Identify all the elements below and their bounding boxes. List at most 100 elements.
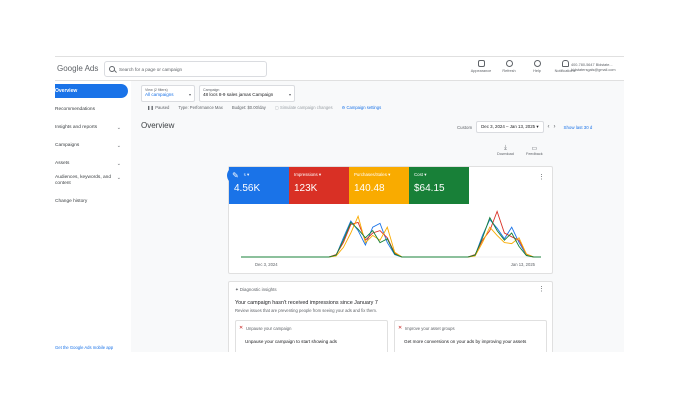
more-options-icon[interactable]: ⋮ [538,173,545,181]
insight-card-body: Unpause your campaign to start showing a… [245,339,337,344]
feedback-label: Feedback [526,152,543,156]
account-email: bidstatersgals@gmail.com [571,68,616,72]
sidebar-item-insights[interactable]: Insights and reports ⌄ [55,125,125,131]
campaign-selector[interactable]: Campaign 48 locs 8-9 sales jamas Campaig… [199,85,295,102]
sidebar-item-label: Overview [55,88,78,94]
help-button[interactable]: Help [526,60,548,73]
metric-value: 140.48 [354,183,385,194]
sidebar-item-label: Recommendations [55,107,95,112]
campaign-budget: Budget: $0.00/day [231,105,266,110]
insight-card-improve-assets[interactable]: ✕ Improve your asset groups Get more con… [394,320,547,352]
help-label: Help [533,69,541,73]
insights-title: Your campaign hasn't received impression… [235,300,378,306]
show-last-30-days-link[interactable]: Show last 30 d [564,125,593,130]
metric-label: Purchases/Sales ▾ [354,172,391,177]
campaign-type: Type: Performance Max [178,105,223,110]
metric-value: 4.56K [234,183,261,194]
view-selector[interactable]: View (2 filters) All campaigns ▾ [141,85,195,102]
x-tick-start: Dec 3, 2024 [255,262,278,267]
search-input[interactable]: Search for a page or campaign [104,61,267,77]
metric-tile-impressions[interactable]: Impressions ▾ 123K [289,167,349,204]
x-tick-end: Jan 13, 2025 [511,262,536,267]
account-info[interactable]: 400-780-5647 Bidstate... bidstatersgals@… [571,63,616,73]
sidebar-item-label: Insights and reports [55,125,98,130]
metric-tile-cost[interactable]: Cost ▾ $64.15 [409,167,469,204]
performance-line-chart: Dec 3, 2024 Jan 13, 2025 [241,210,541,267]
chevron-down-icon: ⌄ [116,175,121,181]
toolbar: Appearance Refresh Help Notifications [470,60,576,73]
sidebar-item-label: Audiences, keywords, and content [55,175,111,186]
insight-card-unpause[interactable]: ✕ Unpause your campaign Unpause your cam… [235,320,388,352]
more-options-icon[interactable]: ⋮ [538,285,545,293]
performance-chart-card: Clicks ▾ 4.56K Impressions ▾ 123K Purcha… [228,166,553,274]
insight-card-heading: Improve your asset groups [405,326,455,331]
chevron-left-icon[interactable]: ‹ [548,124,550,130]
sidebar-item-assets[interactable]: Assets ⌄ [55,161,125,167]
campaign-status-row: ❚❚ Paused Type: Performance Max Budget: … [147,105,381,110]
refresh-button[interactable]: Refresh [498,60,520,73]
insight-card-body: Get more conversions on your ads by impr… [404,339,527,344]
appearance-icon [477,60,485,67]
view-selector-value: All campaigns [145,92,174,97]
metric-label: Impressions ▾ [294,172,322,177]
search-icon [109,66,115,72]
metric-value: $64.15 [414,183,445,194]
caret-down-icon: ▾ [188,92,191,97]
simulate-changes-button[interactable]: ▢ Simulate campaign changes [275,105,333,110]
appearance-label: Appearance [470,69,492,73]
download-button[interactable]: ⤓ Download [497,145,514,156]
refresh-label: Refresh [502,69,516,73]
date-range-picker[interactable]: Dec 3, 2024 – Jan 13, 2025 ▾ [476,121,544,133]
sidebar-item-change-history[interactable]: Change history [55,199,125,204]
search-placeholder: Search for a page or campaign [119,66,183,72]
refresh-icon [505,60,513,67]
sidebar-item-label: Campaigns [55,143,80,148]
pencil-icon: ✎ [232,171,239,180]
caret-down-icon: ▾ [288,92,291,97]
sidebar: Overview Recommendations Insights and re… [55,81,131,352]
settings-label: Campaign settings [346,105,382,110]
sidebar-item-audiences[interactable]: Audiences, keywords, and content ⌄ [55,175,121,187]
app-window: Google Ads Search for a page or campaign… [55,56,624,352]
bell-icon [561,60,569,67]
campaign-selector-value: 48 locs 8-9 sales jamas Campaign [203,92,274,97]
download-icon: ⤓ [504,145,507,151]
metric-tiles: Clicks ▾ 4.56K Impressions ▾ 123K Purcha… [229,167,469,204]
insight-card-heading: Unpause your campaign [246,326,292,331]
wrench-icon: ✕ [239,325,244,331]
sidebar-item-label: Assets [55,161,70,166]
download-label: Download [497,152,514,156]
edit-fab-button[interactable]: ✎ [227,167,244,184]
metric-label: Cost ▾ [414,172,427,177]
sidebar-item-recommendations[interactable]: Recommendations [55,107,125,112]
paused-status[interactable]: ❚❚ Paused [147,105,169,110]
metric-tile-purchases[interactable]: Purchases/Sales ▾ 140.48 [349,167,409,204]
appearance-button[interactable]: Appearance [470,60,492,73]
paused-label: Paused [155,105,170,110]
custom-label: Custom [457,124,473,130]
date-range-row: Custom Dec 3, 2024 – Jan 13, 2025 ▾ ‹ › … [457,121,592,133]
page-title: Overview [141,121,175,130]
campaign-settings-link[interactable]: ⚙ Campaign settings [342,105,382,110]
chevron-right-icon[interactable]: › [554,124,556,130]
metric-value: 123K [294,183,318,194]
sidebar-item-overview[interactable]: Overview [55,84,128,98]
app-logo: Google Ads [57,64,99,73]
sidebar-item-label: Change history [55,199,88,204]
series-line-cost [241,216,541,258]
wrench-icon: ✕ [398,325,403,331]
insights-tag: ✦ Diagnostic insights [235,287,277,292]
main-content: View (2 filters) All campaigns ▾ Campaig… [131,81,624,352]
mobile-app-link[interactable]: Get the Google Ads mobile app [55,345,113,350]
feedback-button[interactable]: ▭ Feedback [526,145,543,156]
chevron-down-icon: ⌄ [116,161,121,167]
top-bar: Google Ads Search for a page or campaign… [55,57,624,81]
diagnostic-insights-card: ✦ Diagnostic insights ⋮ Your campaign ha… [228,281,553,352]
feedback-icon: ▭ [531,146,538,152]
chevron-down-icon: ⌄ [116,143,121,149]
insights-subtitle: Review issues that are preventing people… [235,308,377,313]
series-line-purchases-sales [241,214,541,258]
sidebar-item-campaigns[interactable]: Campaigns ⌄ [55,143,125,149]
chevron-down-icon: ⌄ [116,125,121,131]
help-icon [533,60,541,67]
